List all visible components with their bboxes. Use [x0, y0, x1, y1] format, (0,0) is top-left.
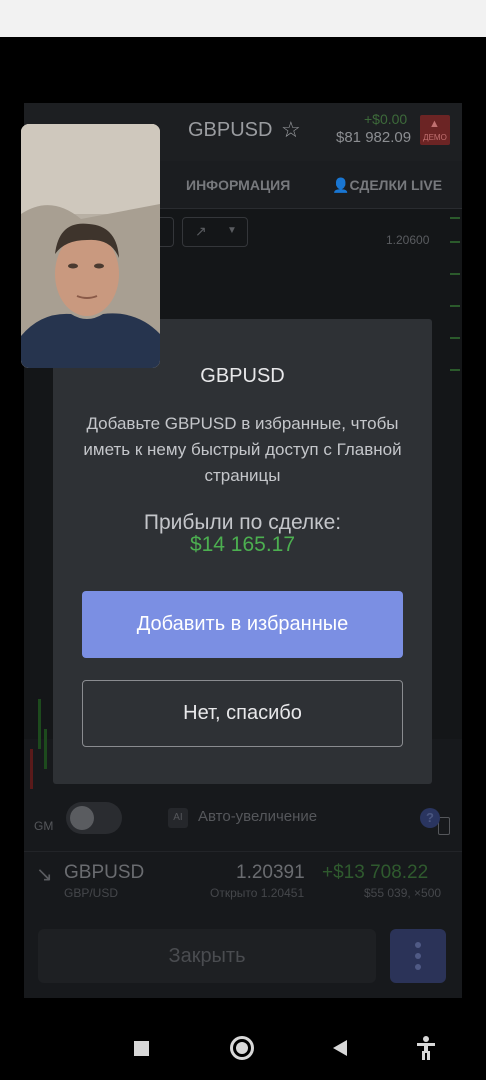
- chevron-down-icon: ▼: [227, 225, 237, 236]
- accessibility-icon[interactable]: [416, 1036, 436, 1060]
- toggle-knob: [70, 806, 94, 830]
- back-icon[interactable]: [333, 1040, 347, 1056]
- candle: [38, 699, 41, 749]
- position-price: 1.20391: [236, 862, 305, 883]
- camera-feed-image: [21, 124, 160, 368]
- position-amount: $55 039, ×500: [364, 886, 442, 900]
- trend-arrow-icon: ↗: [195, 223, 207, 239]
- help-icon[interactable]: ?: [420, 808, 440, 828]
- close-position-button[interactable]: Закрыть: [38, 929, 376, 983]
- more-button[interactable]: [390, 929, 446, 983]
- system-nav-bar: [0, 1010, 486, 1080]
- profit-value: $14 165.17: [189, 533, 296, 556]
- star-icon[interactable]: ☆: [281, 117, 301, 143]
- tab-live-label: СДЕЛКИ LIVE: [349, 177, 443, 193]
- position-opened: Открыто 1.20451: [210, 886, 305, 900]
- no-thanks-button[interactable]: Нет, спасибо: [82, 680, 403, 747]
- candle: [30, 749, 33, 789]
- price-tick: [450, 241, 460, 243]
- tab-live-trades[interactable]: 👤СДЕЛКИ LIVE: [332, 177, 442, 194]
- demo-badge[interactable]: ▲ ДЕМО: [420, 115, 450, 145]
- top-strip: [0, 0, 486, 37]
- drawing-tool-selector[interactable]: ↗ ▼: [182, 217, 248, 247]
- position-profit: +$13 708.22: [322, 862, 429, 883]
- price-level-label: 1.20600: [386, 233, 430, 247]
- demo-label: ДЕМО: [423, 133, 447, 142]
- auto-zoom-label: Авто-увеличение: [198, 808, 318, 825]
- profit-label: Прибыли по сделке:: [143, 511, 342, 534]
- position-subtitle: GBP/USD: [64, 886, 119, 900]
- arrow-down-right-icon: ↘: [36, 864, 53, 886]
- dialog-title: GBPUSD: [200, 365, 285, 387]
- position-pair: GBPUSD: [64, 862, 145, 883]
- pair-title[interactable]: GBPUSD: [188, 119, 272, 142]
- price-tick: [450, 217, 460, 219]
- graduation-cap-icon: ▲: [429, 118, 440, 130]
- price-tick: [450, 369, 460, 371]
- video-call-overlay[interactable]: [21, 124, 160, 368]
- price-tick: [450, 337, 460, 339]
- dialog-message: Добавьте GBPUSD в избранные, чтобы иметь…: [83, 414, 402, 485]
- price-tick: [450, 305, 460, 307]
- recents-icon[interactable]: [134, 1041, 149, 1056]
- price-tick: [450, 273, 460, 275]
- ai-icon: AI: [168, 808, 188, 828]
- axis-label: GM: [34, 819, 54, 833]
- tab-info[interactable]: ИНФОРМАЦИЯ: [186, 177, 290, 193]
- open-position-row[interactable]: ↘ GBPUSD GBP/USD 1.20391 +$13 708.22 Отк…: [24, 851, 462, 909]
- auto-zoom-toggle[interactable]: [66, 802, 122, 834]
- balance[interactable]: $81 982.09: [336, 129, 411, 146]
- candle: [44, 729, 47, 769]
- add-favorite-dialog: GBPUSD Добавьте GBPUSD в избранные, чтоб…: [53, 319, 432, 784]
- home-icon[interactable]: [230, 1036, 254, 1060]
- balance-change: +$0.00: [364, 111, 408, 127]
- add-to-favorites-button[interactable]: Добавить в избранные: [82, 591, 403, 658]
- user-icon: 👤: [332, 177, 350, 193]
